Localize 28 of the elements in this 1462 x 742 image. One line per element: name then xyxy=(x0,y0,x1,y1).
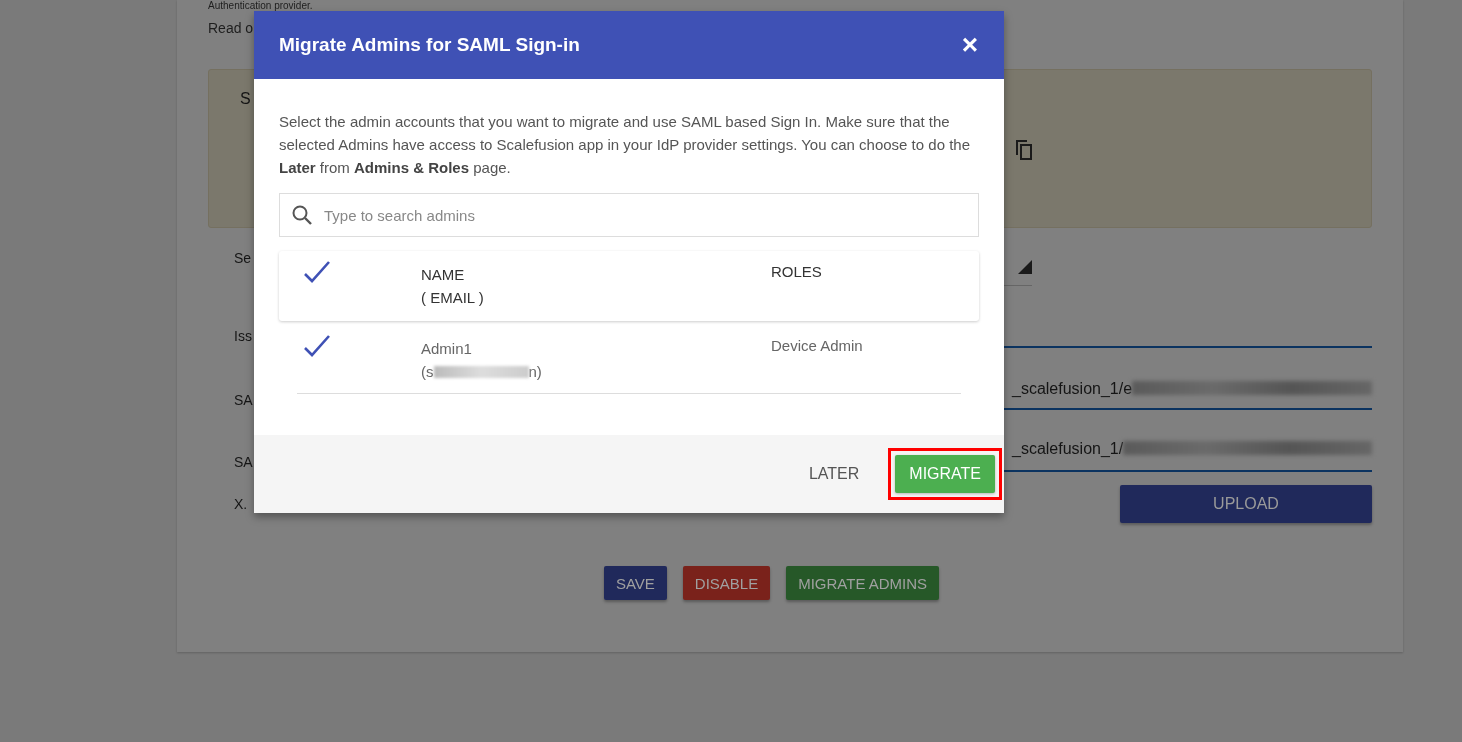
migrate-button[interactable]: MIGRATE xyxy=(895,455,995,493)
info-label: S xyxy=(240,90,251,108)
field-label: X. xyxy=(234,496,248,512)
email-text: n) xyxy=(528,362,542,382)
field-label: Se xyxy=(234,250,252,266)
email-text: (s xyxy=(421,362,434,382)
search-icon xyxy=(291,204,313,226)
read-more-text: Read o xyxy=(208,20,255,36)
field-label: Iss xyxy=(234,328,252,344)
dialog-title: Migrate Admins for SAML Sign-in xyxy=(279,34,580,56)
field-label: SA xyxy=(234,392,253,408)
search-field[interactable]: Type to search admins xyxy=(279,193,979,237)
close-button[interactable]: × xyxy=(957,31,982,59)
copy-icon[interactable] xyxy=(1013,138,1035,162)
save-button[interactable]: SAVE xyxy=(603,566,667,600)
column-header: NAME xyxy=(421,265,466,285)
migrate-button[interactable]: MIGRATE ADMINS xyxy=(786,566,940,600)
dialog-description: Select the admin accounts that you want to migrate and use SAML based Sign In. Make sure that the selected Admins have access to Scalefusion app in your IdP provider settings. You can choose to do the Later from Admins & Roles page. xyxy=(279,112,971,178)
row-check-icon[interactable] xyxy=(302,333,332,359)
column-header: ROLES xyxy=(771,263,822,280)
dropdown-icon xyxy=(1018,259,1032,274)
disable-button[interactable]: DISABLE xyxy=(682,566,771,600)
column-header: ( EMAIL ) xyxy=(421,288,485,308)
select-all-check-icon[interactable] xyxy=(302,259,332,285)
admin-name: Admin1 xyxy=(421,339,473,359)
field-label: SA xyxy=(234,454,253,470)
intro-text: Authentication provider. xyxy=(208,0,314,11)
upload-button[interactable]: UPLOAD xyxy=(1120,485,1372,523)
